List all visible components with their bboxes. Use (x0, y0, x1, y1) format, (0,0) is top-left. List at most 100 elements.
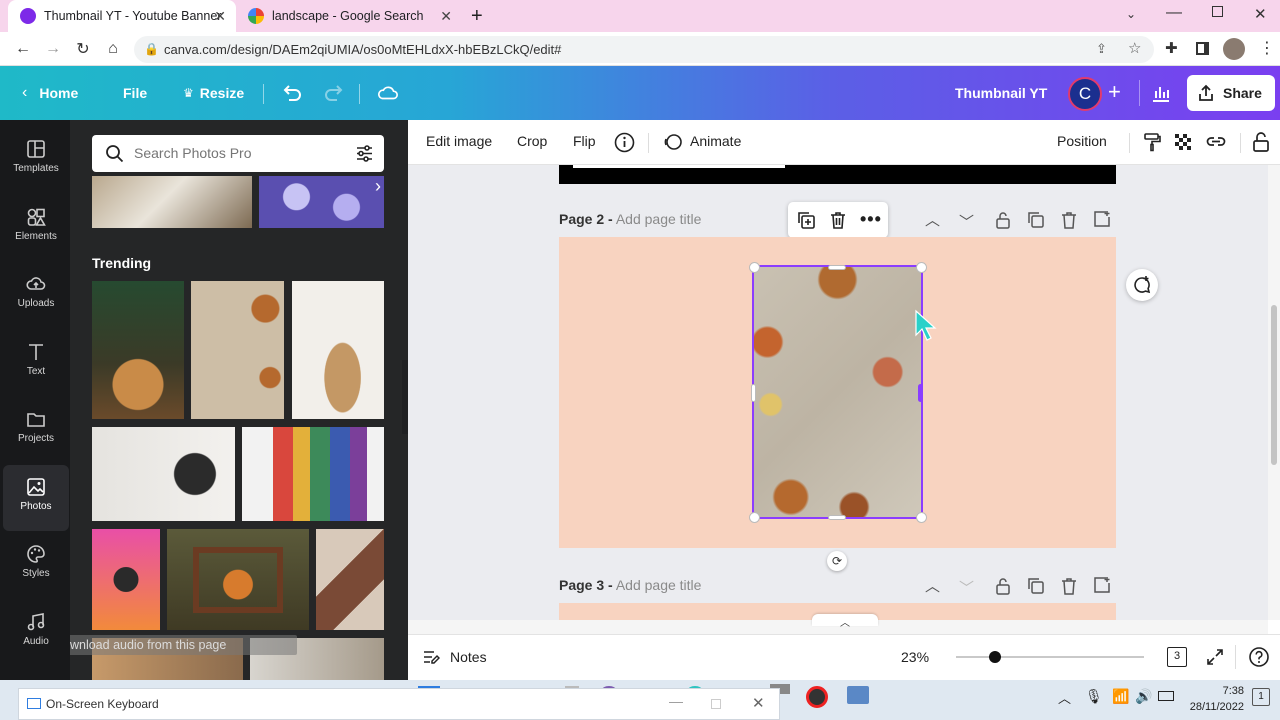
move-page-up-icon[interactable]: ︿ (925, 575, 945, 595)
bookmark-star-icon[interactable]: ☆ (1128, 39, 1141, 57)
clock[interactable]: 7:38 28/11/2022 (1186, 683, 1244, 715)
omnibox[interactable]: 🔒 canva.com/design/DAEm2qiUMIA/os0oMtEHL… (134, 36, 1154, 63)
page-2-canvas[interactable] (559, 237, 1116, 548)
resize-handle[interactable] (828, 265, 846, 270)
page-1-bottom[interactable] (559, 165, 1116, 184)
page-3-title-input[interactable]: Add page title (616, 577, 702, 593)
add-collaborator-icon[interactable]: + (1108, 79, 1121, 105)
sidebar-item-styles[interactable]: Styles (3, 532, 69, 598)
wifi-icon[interactable]: 📶 (1112, 688, 1129, 705)
photo-tile[interactable] (92, 176, 252, 228)
move-page-up-icon[interactable]: ︿ (925, 209, 945, 229)
scroll-thumb[interactable] (1271, 305, 1277, 465)
lock-page-icon[interactable] (993, 576, 1013, 596)
delete-page-icon[interactable] (1059, 576, 1079, 596)
fullscreen-icon[interactable] (1205, 647, 1225, 667)
page-count-button[interactable]: 3 (1167, 647, 1187, 667)
photo-tile[interactable] (292, 281, 384, 419)
delete-page-icon[interactable] (1059, 210, 1079, 230)
insights-chart-icon[interactable] (1150, 82, 1172, 104)
forward-icon[interactable]: → (42, 38, 64, 60)
document-title[interactable]: Thumbnail YT (955, 66, 1047, 120)
home-button[interactable]: ‹ Home (22, 66, 78, 120)
resize-button[interactable]: ♛ Resize (183, 66, 244, 120)
side-panel-icon[interactable] (1196, 42, 1209, 55)
photo-tile[interactable] (92, 281, 184, 419)
help-icon[interactable] (1248, 646, 1270, 668)
close-window-icon[interactable]: ✕ (1254, 5, 1267, 23)
cloud-saved-icon[interactable] (377, 82, 399, 104)
transparency-icon[interactable] (1173, 132, 1193, 152)
position-button[interactable]: Position (1057, 133, 1107, 149)
search-input[interactable] (134, 145, 334, 161)
show-pages-handle-icon[interactable]: ︿ (812, 614, 878, 629)
photo-tile[interactable] (92, 529, 160, 630)
maximize-icon[interactable] (1212, 6, 1223, 17)
edit-image-button[interactable]: Edit image (426, 133, 492, 149)
sidebar-item-text[interactable]: Text (3, 330, 69, 396)
notifications-icon[interactable]: 1 (1252, 688, 1270, 706)
tab-thumbnail-yt[interactable]: Thumbnail YT - Youtube Banner ✕ (8, 0, 236, 32)
sidebar-item-elements[interactable]: Elements (3, 195, 69, 261)
osk-maximize-icon[interactable] (711, 699, 721, 709)
photo-tile[interactable] (167, 529, 309, 630)
chevron-right-icon[interactable]: › (375, 176, 381, 197)
tab-search-icon[interactable]: ⌄ (1126, 7, 1136, 21)
sidebar-item-photos[interactable]: Photos (3, 465, 69, 531)
link-icon[interactable] (1205, 132, 1227, 152)
duplicate-icon[interactable] (796, 210, 816, 230)
on-screen-keyboard-window[interactable]: On-Screen Keyboard — ✕ (18, 688, 780, 720)
crop-button[interactable]: Crop (517, 133, 547, 149)
resize-handle[interactable] (916, 262, 927, 273)
minimize-icon[interactable]: — (1166, 4, 1182, 22)
share-button[interactable]: Share (1187, 75, 1275, 111)
extensions-icon[interactable]: ✚ (1165, 39, 1178, 57)
resize-handle[interactable] (749, 262, 760, 273)
sidebar-item-projects[interactable]: Projects (3, 397, 69, 463)
horizontal-scrollbar[interactable]: ︿ (408, 614, 1268, 634)
volume-icon[interactable]: 🔊 (1135, 688, 1152, 705)
zoom-slider[interactable] (956, 651, 1144, 663)
reload-icon[interactable]: ↻ (72, 38, 94, 60)
microphone-icon[interactable]: 🎙 (1085, 688, 1103, 705)
more-options-icon[interactable]: ••• (860, 209, 882, 230)
home-icon[interactable]: ⌂ (102, 38, 124, 60)
resize-handle[interactable] (918, 384, 923, 402)
photo-tile[interactable] (191, 281, 284, 419)
unlock-icon[interactable] (1252, 131, 1270, 153)
move-page-down-icon[interactable]: ﹀ (959, 211, 979, 231)
move-page-down-icon[interactable]: ﹀ (959, 577, 979, 597)
photo-tile[interactable] (316, 529, 384, 630)
record-icon[interactable] (806, 686, 828, 708)
redo-icon[interactable] (324, 82, 346, 104)
close-tab-icon[interactable]: ✕ (440, 8, 452, 25)
download-audio-overlay[interactable]: Download audio from this page (70, 635, 297, 655)
chrome-menu-icon[interactable]: ⋮ (1259, 38, 1275, 58)
add-comment-button[interactable] (1126, 269, 1158, 301)
vertical-scrollbar[interactable] (1268, 165, 1280, 620)
back-icon[interactable]: ← (12, 38, 34, 60)
zoom-slider-thumb[interactable] (989, 651, 1002, 663)
resize-handle[interactable] (751, 384, 756, 402)
file-menu-button[interactable]: File (123, 66, 147, 120)
photo-tile[interactable] (259, 176, 384, 228)
info-icon[interactable] (614, 132, 635, 153)
rotate-handle-icon[interactable]: ⟳ (827, 551, 847, 571)
selected-photo-element[interactable] (752, 265, 923, 519)
battery-icon[interactable] (1158, 691, 1174, 701)
photo-tile[interactable] (92, 427, 235, 521)
new-tab-icon[interactable]: + (471, 5, 483, 28)
close-tab-icon[interactable]: ✕ (214, 8, 226, 25)
osk-close-icon[interactable]: ✕ (752, 694, 765, 712)
photo-search-box[interactable] (92, 135, 384, 172)
add-page-icon[interactable] (1092, 575, 1112, 595)
notes-button[interactable]: Notes (422, 648, 487, 666)
sidebar-item-uploads[interactable]: Uploads (3, 262, 69, 328)
zoom-level[interactable]: 23% (901, 649, 929, 665)
user-avatar[interactable]: C (1068, 77, 1102, 111)
resize-handle[interactable] (749, 512, 760, 523)
resize-handle[interactable] (916, 512, 927, 523)
paint-roller-icon[interactable] (1142, 132, 1162, 152)
duplicate-page-icon[interactable] (1026, 576, 1046, 596)
taskbar-app-icon[interactable] (847, 686, 869, 704)
